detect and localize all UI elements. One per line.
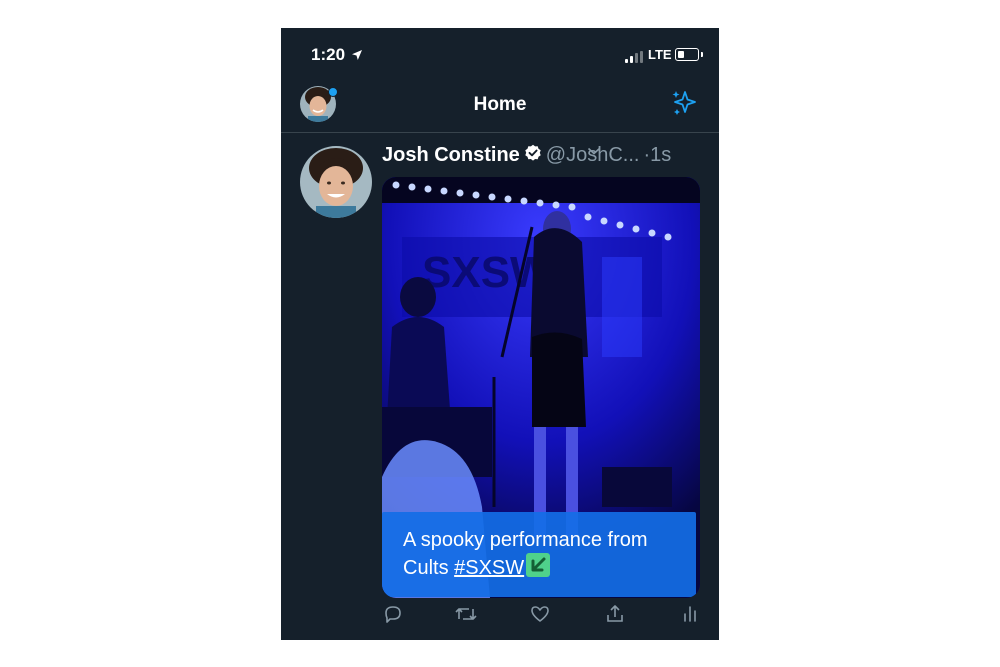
tweet-header: Josh Constine @JoshC... ·1s — [382, 144, 712, 172]
battery-icon — [675, 48, 699, 61]
cellular-signal-icon — [625, 51, 643, 63]
analytics-icon[interactable] — [679, 603, 701, 630]
heart-icon[interactable] — [529, 603, 551, 630]
page-title: Home — [473, 94, 527, 115]
tweet-actions — [281, 603, 719, 633]
chevron-down-icon[interactable] — [587, 143, 601, 161]
status-time: 1:20 — [311, 45, 346, 64]
reply-icon[interactable] — [382, 603, 404, 630]
nav-bar: Home — [281, 86, 719, 133]
author-avatar[interactable] — [300, 146, 372, 218]
tweet-media-photo[interactable]: SXSW A spooky performance from Cults #SX… — [382, 177, 700, 598]
battery-nub — [701, 52, 703, 57]
hashtag-link[interactable]: #SXSW — [454, 557, 524, 579]
sparkle-icon[interactable] — [669, 88, 699, 123]
caption-overlay: A spooky performance from Cults #SXSW — [382, 512, 696, 597]
tweet-timestamp[interactable]: 1s — [650, 144, 671, 166]
tweet[interactable]: Josh Constine @JoshC... ·1s SXSW A spook… — [281, 133, 719, 640]
author-name[interactable]: Josh Constine — [382, 144, 520, 166]
share-icon[interactable] — [604, 603, 626, 630]
tweet-caption: A spooky performance from Cults #SXSW — [403, 527, 688, 584]
phone-screen: 1:20 LTE Home Josh Constine @JoshC... ·1… — [281, 28, 719, 640]
down-left-arrow-emoji — [526, 553, 551, 584]
status-bar: 1:20 LTE — [281, 28, 719, 86]
location-arrow-icon — [351, 48, 363, 66]
network-type: LTE — [648, 47, 672, 62]
retweet-icon[interactable] — [454, 603, 478, 630]
verified-badge-icon — [524, 144, 542, 167]
